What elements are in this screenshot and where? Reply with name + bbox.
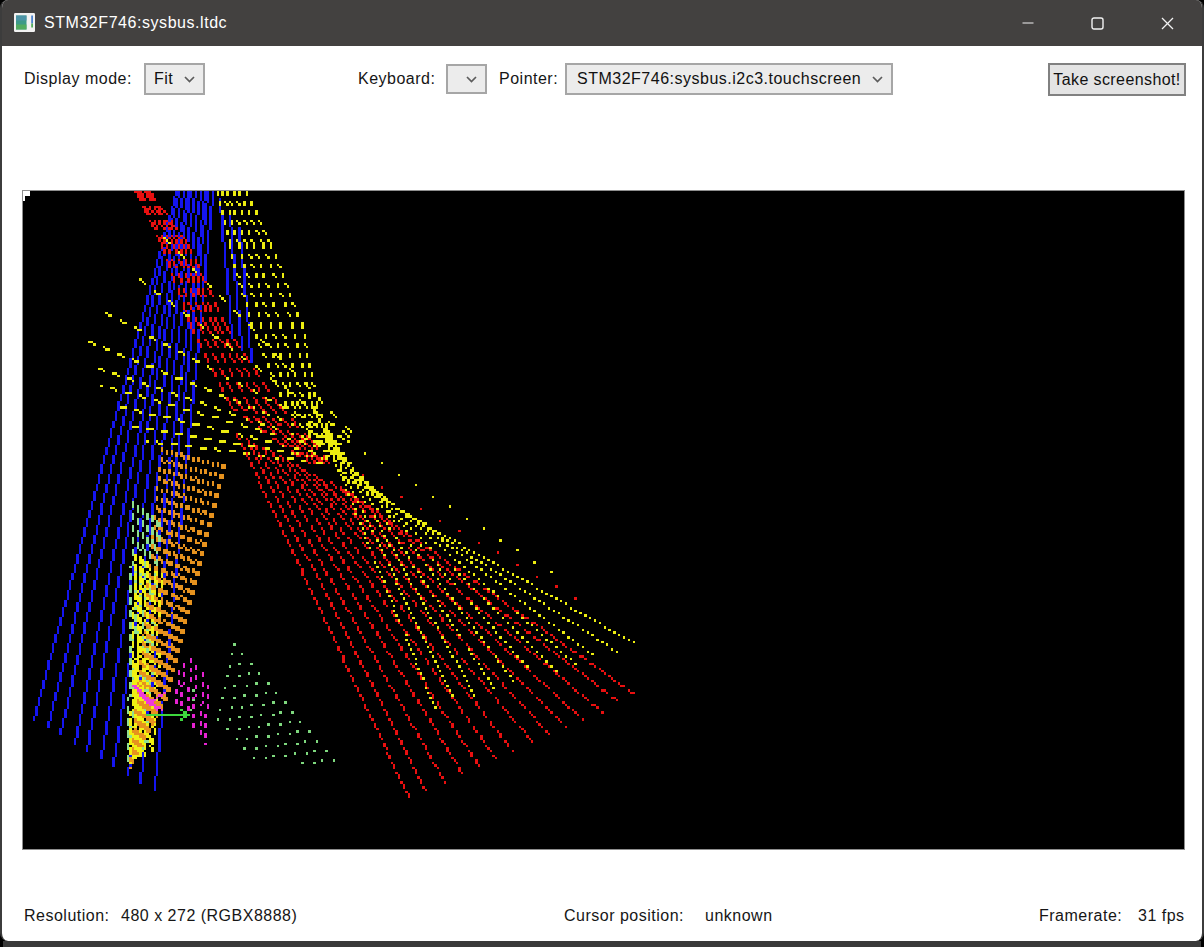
maximize-icon	[1091, 17, 1104, 30]
pointer-select[interactable]: STM32F746:sysbus.i2c3.touchscreen	[565, 63, 893, 95]
minimize-icon	[1022, 17, 1034, 29]
display-mode-select[interactable]: Fit	[144, 63, 205, 95]
resolution-value: 480 x 272 (RGBX8888)	[121, 906, 297, 926]
resolution-label: Resolution:	[24, 906, 110, 926]
display-mode-label: Display mode:	[24, 63, 132, 95]
take-screenshot-button[interactable]: Take screenshot!	[1048, 63, 1186, 96]
framebuffer-canvas[interactable]	[23, 191, 1184, 849]
chevron-down-icon	[466, 76, 477, 83]
framebuffer-panel	[22, 190, 1185, 850]
chevron-down-icon	[184, 76, 195, 83]
chevron-down-icon	[872, 76, 883, 83]
app-icon	[14, 13, 35, 32]
pointer-value: STM32F746:sysbus.i2c3.touchscreen	[567, 70, 861, 88]
window-bottom-edge	[3, 941, 1201, 947]
framerate-value: 31 fps	[1138, 906, 1185, 926]
screen: STM32F746:sysbus.ltdc Display mode: Fit	[0, 0, 1204, 947]
maximize-button[interactable]	[1065, 0, 1129, 46]
display-mode-value: Fit	[146, 70, 173, 88]
app-window: STM32F746:sysbus.ltdc Display mode: Fit	[0, 0, 1204, 941]
close-button[interactable]	[1135, 0, 1199, 46]
framerate-label: Framerate:	[1039, 906, 1122, 926]
pointer-label: Pointer:	[499, 63, 558, 95]
title-bar[interactable]: STM32F746:sysbus.ltdc	[0, 0, 1204, 46]
cursor-position-label: Cursor position:	[564, 906, 684, 926]
cursor-position-value: unknown	[705, 906, 773, 926]
keyboard-label: Keyboard:	[358, 63, 435, 95]
keyboard-select[interactable]	[446, 64, 487, 94]
close-icon	[1161, 17, 1174, 30]
minimize-button[interactable]	[996, 0, 1060, 46]
window-title: STM32F746:sysbus.ltdc	[44, 0, 227, 46]
